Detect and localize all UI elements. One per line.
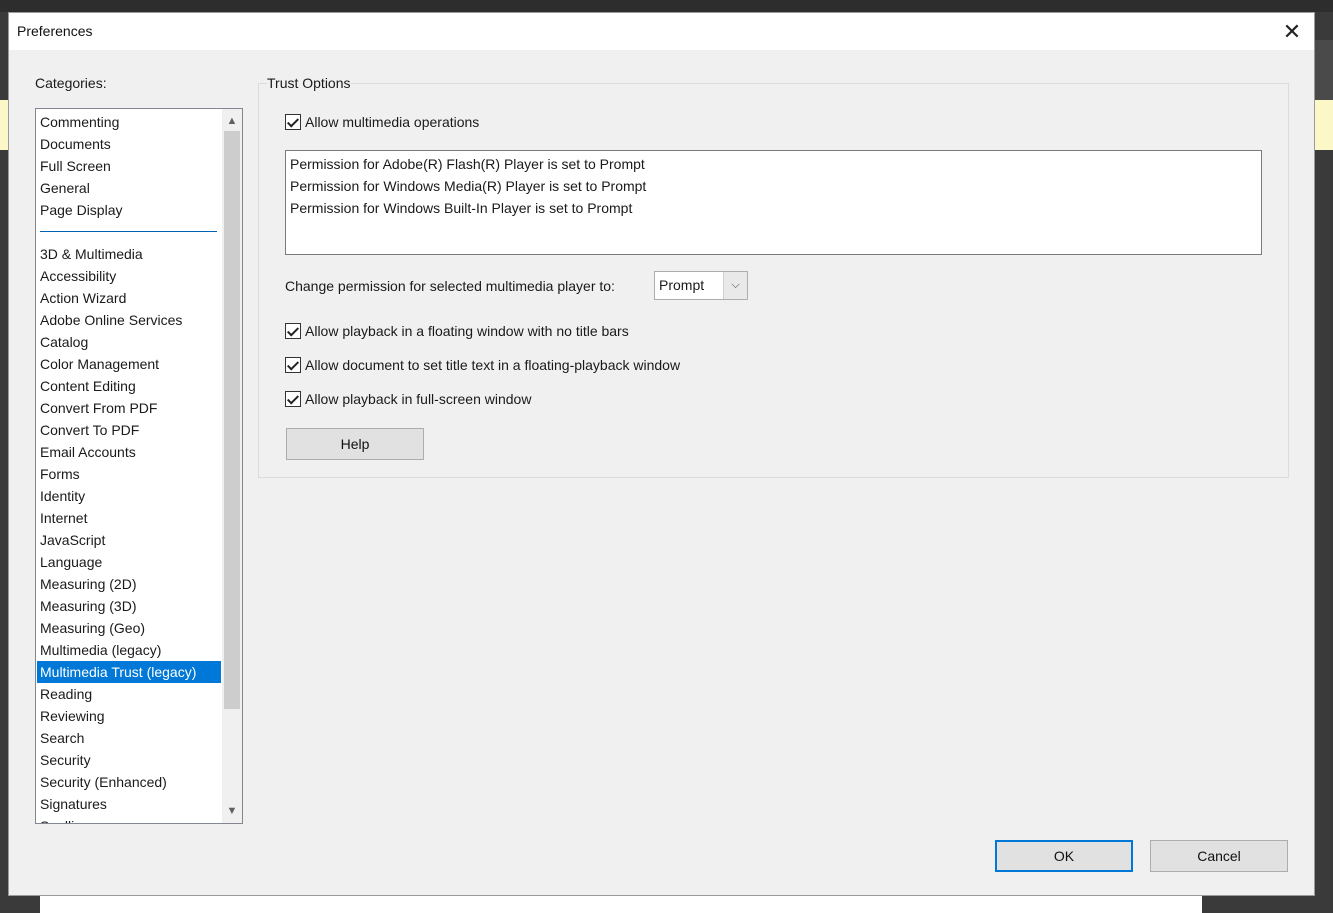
full-screen-label: Allow playback in full-screen window (305, 391, 532, 407)
category-item[interactable]: Email Accounts (37, 441, 221, 463)
list-item[interactable]: Permission for Adobe(R) Flash(R) Player … (286, 153, 1261, 175)
floating-no-title-checkbox[interactable]: Allow playback in a floating window with… (285, 321, 629, 341)
category-item[interactable]: Signatures (37, 793, 221, 815)
category-item[interactable]: 3D & Multimedia (37, 243, 221, 265)
list-item[interactable]: Permission for Windows Built-In Player i… (286, 197, 1261, 219)
categories-label: Categories: (35, 75, 107, 91)
category-item[interactable]: Language (37, 551, 221, 573)
doc-title-text-label: Allow document to set title text in a fl… (305, 357, 681, 373)
list-item[interactable]: Permission for Windows Media(R) Player i… (286, 175, 1261, 197)
category-item[interactable]: Reading (37, 683, 221, 705)
checkbox-checked-icon[interactable] (285, 323, 301, 339)
allow-multimedia-label: Allow multimedia operations (305, 114, 480, 130)
category-item[interactable]: Full Screen (37, 155, 221, 177)
cancel-button[interactable]: Cancel (1150, 840, 1288, 872)
category-item[interactable]: Measuring (2D) (37, 573, 221, 595)
category-item[interactable]: Accessibility (37, 265, 221, 287)
permission-dropdown-value: Prompt (659, 277, 705, 293)
category-item[interactable]: Action Wizard (37, 287, 221, 309)
category-item[interactable]: Color Management (37, 353, 221, 375)
category-item[interactable]: Identity (37, 485, 221, 507)
scroll-down-arrow-icon[interactable]: ▼ (222, 801, 242, 821)
allow-multimedia-checkbox[interactable]: Allow multimedia operations (285, 112, 479, 132)
background-notice-bar (0, 100, 8, 150)
category-item[interactable]: Documents (37, 133, 221, 155)
category-item[interactable]: General (37, 177, 221, 199)
category-item[interactable]: Convert To PDF (37, 419, 221, 441)
category-item[interactable]: Search (37, 727, 221, 749)
background-app-panel (1315, 40, 1333, 100)
category-item[interactable]: Commenting (37, 111, 221, 133)
scroll-up-arrow-icon[interactable]: ▲ (222, 111, 242, 131)
category-item[interactable]: Content Editing (37, 375, 221, 397)
background-notice-bar-right (1315, 100, 1333, 150)
dialog-title: Preferences (17, 23, 93, 39)
category-item[interactable]: Measuring (3D) (37, 595, 221, 617)
preferences-dialog: Preferences ✕ Categories: Commenting Docu… (8, 12, 1315, 896)
category-item[interactable]: Security (Enhanced) (37, 771, 221, 793)
player-permissions-list[interactable]: Permission for Adobe(R) Flash(R) Player … (285, 150, 1262, 255)
checkbox-checked-icon[interactable] (285, 114, 301, 130)
close-icon[interactable]: ✕ (1270, 13, 1314, 50)
change-permission-label: Change permission for selected multimedi… (285, 278, 615, 294)
background-app-strip (0, 0, 1333, 12)
category-item[interactable]: Internet (37, 507, 221, 529)
category-separator (37, 221, 221, 243)
full-screen-checkbox[interactable]: Allow playback in full-screen window (285, 389, 531, 409)
chevron-down-icon[interactable]: ⌵ (723, 272, 747, 299)
doc-title-text-checkbox[interactable]: Allow document to set title text in a fl… (285, 355, 680, 375)
permission-dropdown[interactable]: Prompt ⌵ (654, 271, 748, 300)
category-item[interactable]: Reviewing (37, 705, 221, 727)
category-item[interactable]: Multimedia (legacy) (37, 639, 221, 661)
category-item[interactable]: JavaScript (37, 529, 221, 551)
category-item[interactable]: Forms (37, 463, 221, 485)
categories-items: Commenting Documents Full Screen General Pag… (37, 111, 221, 823)
help-button[interactable]: Help (286, 428, 424, 460)
floating-no-title-label: Allow playback in a floating window with… (305, 323, 629, 339)
checkbox-checked-icon[interactable] (285, 391, 301, 407)
categories-scrollbar[interactable]: ▲ ▼ (222, 109, 242, 823)
category-item[interactable]: Security (37, 749, 221, 771)
category-item[interactable]: Spelling (37, 815, 221, 823)
background-document-area (40, 896, 1202, 913)
category-item[interactable]: Page Display (37, 199, 221, 221)
category-item[interactable]: Measuring (Geo) (37, 617, 221, 639)
scroll-thumb[interactable] (224, 131, 240, 709)
categories-list[interactable]: Commenting Documents Full Screen General Pag… (35, 108, 243, 824)
ok-button[interactable]: OK (995, 840, 1133, 872)
category-item[interactable]: Multimedia Trust (legacy) (37, 661, 221, 683)
category-item[interactable]: Convert From PDF (37, 397, 221, 419)
category-item[interactable]: Adobe Online Services (37, 309, 221, 331)
category-item[interactable]: Catalog (37, 331, 221, 353)
dialog-titlebar[interactable]: Preferences ✕ (9, 13, 1314, 50)
trust-options-legend: Trust Options (267, 75, 351, 91)
checkbox-checked-icon[interactable] (285, 357, 301, 373)
